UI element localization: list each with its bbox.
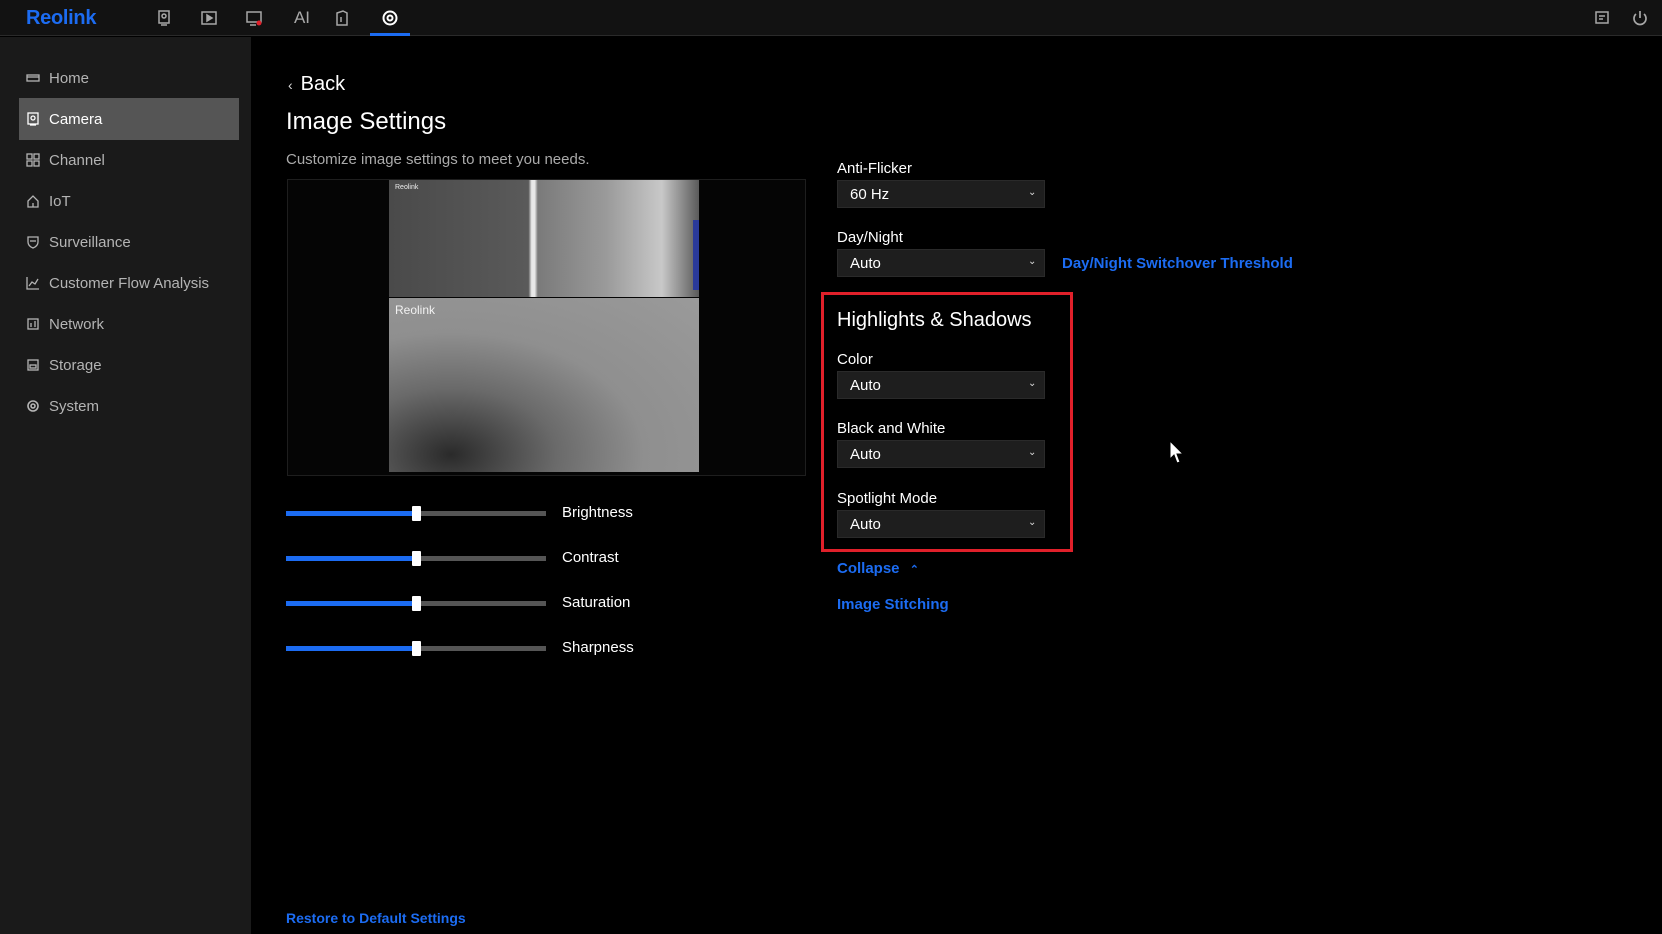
slider-label: Contrast	[562, 549, 619, 566]
ai-button[interactable]: AI	[288, 6, 316, 30]
live-view-icon[interactable]	[152, 6, 176, 30]
camera-feed-top: Reolink	[389, 180, 699, 297]
black-and-white-label: Black and White	[837, 420, 946, 437]
file-icon[interactable]	[330, 6, 354, 30]
iot-icon	[25, 193, 41, 209]
image-stitching-link[interactable]: Image Stitching	[837, 596, 949, 613]
collapse-link[interactable]: Collapse ⌃	[837, 560, 919, 577]
sidebar-item-label: Camera	[49, 110, 103, 128]
slider-thumb[interactable]	[411, 551, 421, 566]
sidebar-item-camera[interactable]: Camera	[19, 98, 239, 140]
day-night-label: Day/Night	[837, 229, 903, 246]
sidebar-item-label: Channel	[49, 151, 105, 169]
spotlight-mode-label: Spotlight Mode	[837, 490, 938, 507]
page-title: Image Settings	[286, 108, 447, 135]
color-label: Color	[837, 351, 873, 368]
camera-icon	[25, 111, 41, 127]
watermark: Reolink	[395, 184, 419, 191]
storage-icon	[25, 357, 41, 373]
sidebar-item-surveillance[interactable]: Surveillance	[19, 221, 239, 263]
page-description: Customize image settings to meet you nee…	[286, 151, 590, 168]
sidebar-item-customer-flow-analysis[interactable]: Customer Flow Analysis	[19, 262, 239, 304]
reolink-logo: Reolink	[26, 7, 97, 29]
brightness-slider[interactable]: Brightness	[286, 503, 686, 523]
saturation-slider[interactable]: Saturation	[286, 593, 686, 613]
sidebar-item-label: Surveillance	[49, 233, 131, 251]
chevron-down-icon: ⌄	[1028, 517, 1037, 528]
power-icon[interactable]	[1628, 6, 1652, 30]
gear-icon	[25, 398, 41, 414]
spotlight-mode-select[interactable]: Auto ⌄	[837, 510, 1045, 538]
sidebar: Home Camera Channel IoT Surveillance Cus…	[0, 37, 251, 934]
slider-label: Sharpness	[562, 639, 634, 656]
color-select[interactable]: Auto ⌄	[837, 371, 1045, 399]
chevron-down-icon: ⌄	[1028, 447, 1037, 458]
camera-feed-bottom: Reolink	[389, 298, 699, 472]
sidebar-item-label: Storage	[49, 356, 102, 374]
sidebar-item-label: Home	[49, 69, 90, 87]
sidebar-item-system[interactable]: System	[19, 385, 239, 427]
anti-flicker-select[interactable]: 60 Hz ⌄	[837, 180, 1045, 208]
back-label: Back	[300, 73, 346, 95]
back-button[interactable]: ‹ Back	[288, 73, 345, 96]
sidebar-item-storage[interactable]: Storage	[19, 344, 239, 386]
anti-flicker-label: Anti-Flicker	[837, 160, 913, 177]
sidebar-item-label: Customer Flow Analysis	[49, 274, 210, 292]
settings-icon[interactable]	[378, 6, 402, 30]
sidebar-item-channel[interactable]: Channel	[19, 139, 239, 181]
sidebar-item-label: IoT	[49, 192, 71, 210]
active-tab-indicator	[370, 33, 410, 36]
black-and-white-select[interactable]: Auto ⌄	[837, 440, 1045, 468]
restore-defaults-link[interactable]: Restore to Default Settings	[286, 910, 466, 926]
chevron-down-icon: ⌄	[1028, 378, 1037, 389]
channel-icon	[25, 152, 41, 168]
chart-icon	[25, 275, 41, 291]
mouse-cursor-icon	[1169, 440, 1185, 464]
home-icon	[25, 70, 41, 86]
slider-thumb[interactable]	[411, 596, 421, 611]
shield-icon	[25, 234, 41, 250]
sidebar-item-label: Network	[49, 315, 105, 333]
sharpness-slider[interactable]: Sharpness	[286, 638, 686, 658]
chevron-left-icon: ‹	[288, 76, 293, 93]
slider-label: Saturation	[562, 594, 631, 611]
slider-label: Brightness	[562, 504, 633, 521]
chevron-down-icon: ⌄	[1028, 256, 1037, 267]
sidebar-item-network[interactable]: Network	[19, 303, 239, 345]
watermark: Reolink	[395, 303, 436, 317]
top-bar: Reolink AI	[0, 0, 1662, 36]
chevron-up-icon: ⌃	[909, 564, 919, 576]
message-icon[interactable]	[1590, 6, 1614, 30]
highlights-shadows-title: Highlights & Shadows	[837, 309, 1032, 331]
network-icon	[25, 316, 41, 332]
alarm-icon[interactable]	[242, 6, 266, 30]
day-night-select[interactable]: Auto ⌄	[837, 249, 1045, 277]
playback-icon[interactable]	[197, 6, 221, 30]
sidebar-item-home[interactable]: Home	[19, 57, 239, 99]
chevron-down-icon: ⌄	[1028, 187, 1037, 198]
sidebar-item-iot[interactable]: IoT	[19, 180, 239, 222]
sidebar-item-label: System	[49, 397, 100, 415]
contrast-slider[interactable]: Contrast	[286, 548, 686, 568]
slider-thumb[interactable]	[411, 506, 421, 521]
slider-thumb[interactable]	[411, 641, 421, 656]
day-night-threshold-link[interactable]: Day/Night Switchover Threshold	[1062, 255, 1293, 272]
